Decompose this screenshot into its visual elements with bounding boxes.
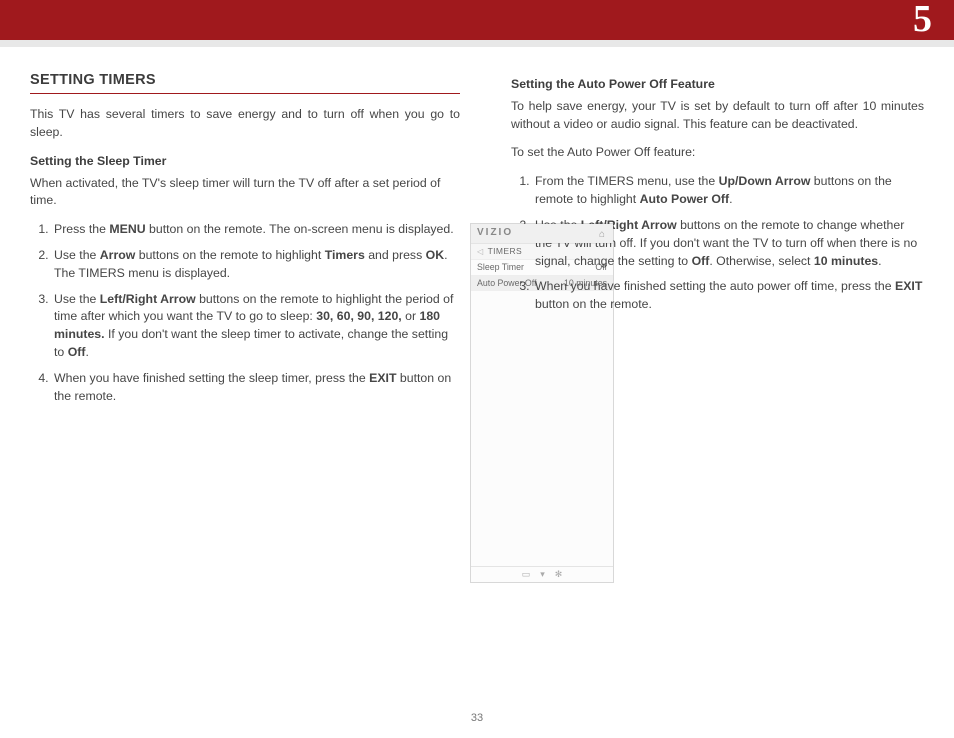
section-heading: SETTING TIMERS	[30, 70, 460, 91]
chapter-number: 5	[913, 0, 932, 41]
step-2: Use the Arrow buttons on the remote to h…	[52, 247, 460, 283]
heading-rule	[30, 93, 460, 94]
back-icon: ◁	[477, 246, 484, 258]
sleep-timer-steps: Press the MENU button on the remote. The…	[30, 221, 460, 405]
step-1: Press the MENU button on the remote. The…	[52, 221, 460, 239]
osd-brand: VIZIO	[477, 226, 513, 241]
osd-header: VIZIO ⌂	[471, 224, 613, 243]
autopower-lead: To set the Auto Power Off feature:	[511, 144, 924, 162]
step-3: When you have finished setting the auto …	[533, 278, 924, 314]
chapter-band: 5	[0, 0, 954, 40]
intro-text: This TV has several timers to save energ…	[30, 106, 460, 142]
step-4: When you have finished setting the sleep…	[52, 370, 460, 406]
autopower-steps: From the TIMERS menu, use the Up/Down Ar…	[511, 173, 924, 314]
page-number: 33	[0, 712, 954, 724]
home-icon: ⌂	[599, 228, 607, 243]
autopower-intro: To help save energy, your TV is set by d…	[511, 98, 924, 134]
step-1: From the TIMERS menu, use the Up/Down Ar…	[533, 173, 924, 209]
right-column: Setting the Auto Power Off Feature To he…	[511, 70, 924, 708]
sleep-timer-subhead: Setting the Sleep Timer	[30, 153, 460, 171]
left-column: SETTING TIMERS This TV has several timer…	[30, 70, 477, 708]
page-body: SETTING TIMERS This TV has several timer…	[30, 70, 924, 708]
autopower-subhead: Setting the Auto Power Off Feature	[511, 76, 924, 94]
sleep-timer-intro: When activated, the TV's sleep timer wil…	[30, 175, 460, 211]
divider	[0, 40, 954, 47]
step-3: Use the Left/Right Arrow buttons on the …	[52, 291, 460, 362]
